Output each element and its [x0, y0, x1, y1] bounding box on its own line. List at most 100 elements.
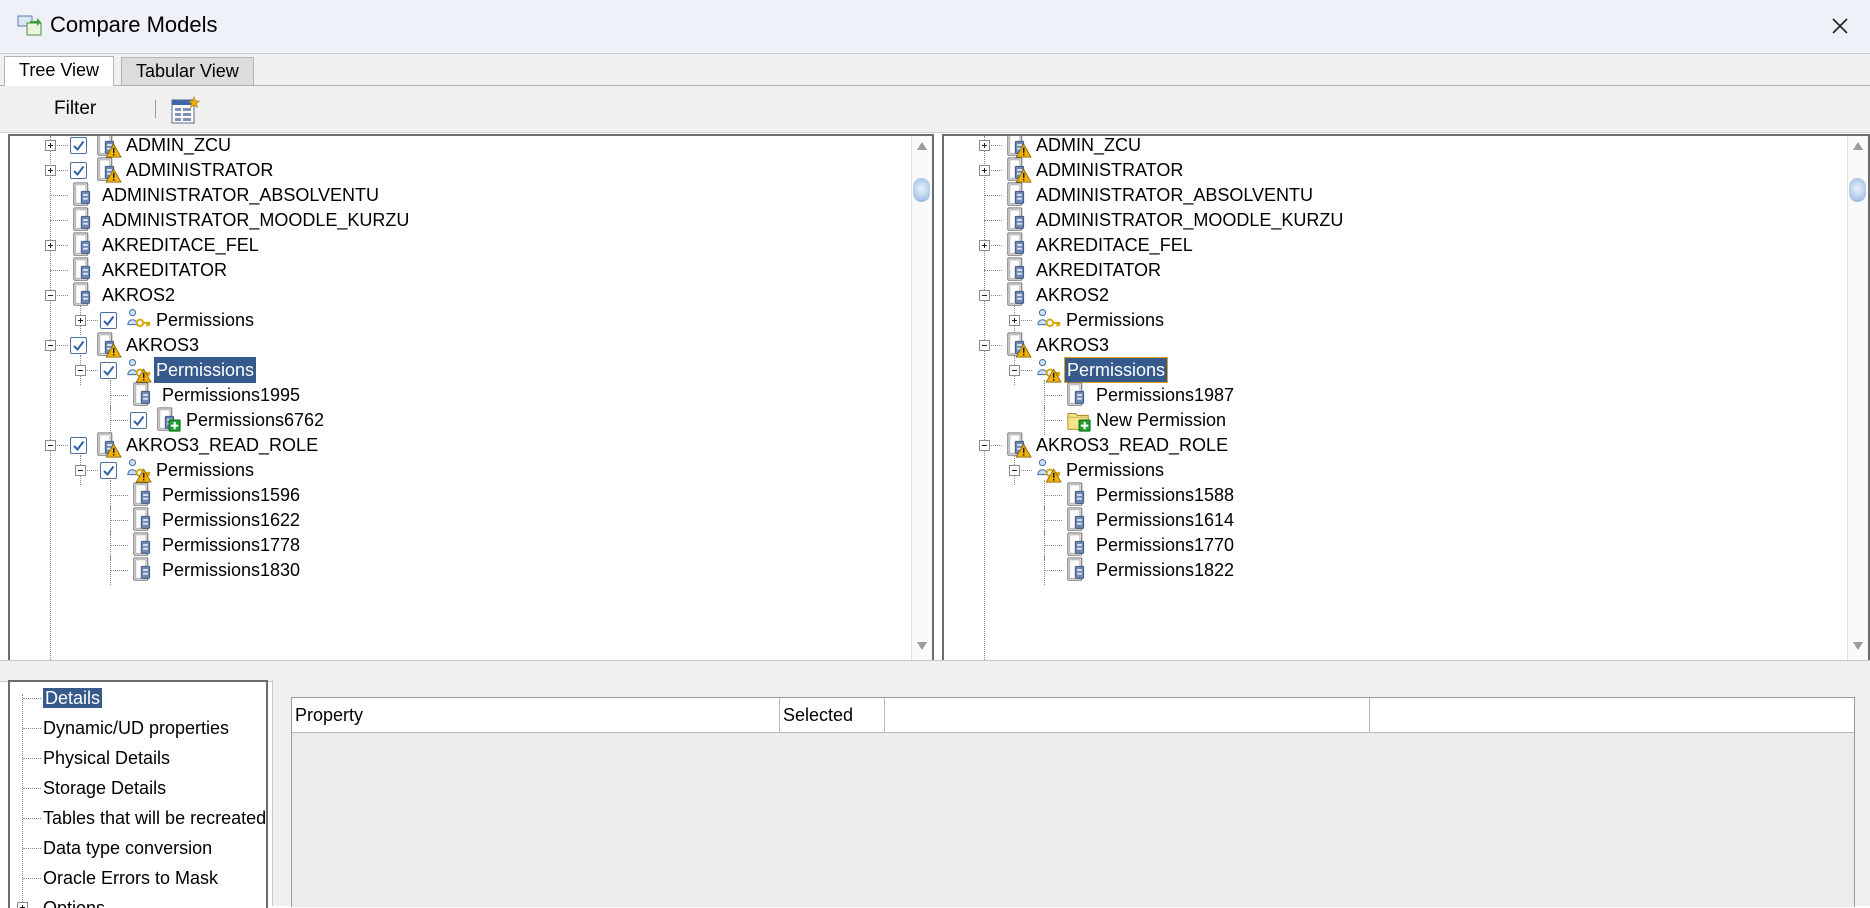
tree-node-label: Permissions1822	[1096, 560, 1235, 580]
node-checkbox[interactable]	[70, 137, 87, 154]
node-checkbox[interactable]	[70, 337, 87, 354]
tree-guide-line	[110, 555, 111, 585]
tree-connector-line	[984, 270, 1002, 271]
column-header-selected[interactable]: Selected	[780, 698, 885, 732]
column-header-property[interactable]: Property	[292, 698, 780, 732]
node-checkbox[interactable]	[70, 162, 87, 179]
left-tree-scrollbar[interactable]	[911, 136, 932, 660]
tab-tabular-view[interactable]: Tabular View	[121, 57, 254, 85]
scroll-thumb[interactable]	[1849, 178, 1866, 202]
collapse-icon[interactable]	[979, 290, 990, 301]
scroll-up-arrow-icon[interactable]	[917, 142, 927, 150]
left-model-tree[interactable]: ADMIN_ZCU ADMINISTRATOR ADMINISTRATOR_ABSO…	[8, 134, 934, 662]
expand-icon[interactable]	[979, 240, 990, 251]
filter-button[interactable]: Filter	[40, 94, 110, 124]
expand-icon[interactable]	[1009, 315, 1020, 326]
checkmark-icon	[103, 365, 115, 377]
checkmark-icon	[73, 340, 85, 352]
node-checkbox[interactable]	[130, 412, 147, 429]
scroll-up-arrow-icon[interactable]	[1853, 142, 1863, 150]
property-table-header: Property Selected	[292, 698, 1854, 733]
close-icon	[1832, 18, 1848, 34]
compare-models-app-icon	[17, 15, 42, 36]
title-bar: Compare Models	[0, 0, 1870, 54]
collapse-icon[interactable]	[1009, 465, 1020, 476]
tree-connector-line	[1044, 545, 1062, 546]
tree-connector-line	[1044, 570, 1062, 571]
node-checkbox[interactable]	[100, 312, 117, 329]
expand-icon[interactable]	[45, 240, 56, 251]
tree-connector-line	[110, 545, 128, 546]
expand-icon[interactable]	[979, 165, 990, 176]
details-panel: Property Selected	[272, 680, 1870, 907]
scroll-down-arrow-icon[interactable]	[1853, 642, 1863, 650]
tree-connector-line	[50, 270, 68, 271]
nav-tree-line	[23, 698, 41, 699]
scroll-down-arrow-icon[interactable]	[917, 642, 927, 650]
tree-connector-line	[50, 220, 68, 221]
tree-node-permissions1830[interactable]: Permissions1830	[10, 555, 910, 585]
checkmark-icon	[103, 465, 115, 477]
node-checkbox[interactable]	[70, 437, 87, 454]
horizontal-splitter[interactable]	[0, 660, 1870, 682]
collapse-icon[interactable]	[75, 365, 86, 376]
nav-tree-line	[23, 758, 41, 759]
tree-node-label: Permissions1830	[162, 560, 301, 580]
tree-guide-line	[1044, 555, 1045, 585]
tree-node-permissions1822[interactable]: Permissions1822	[944, 555, 1846, 585]
expand-icon[interactable]	[45, 140, 56, 151]
nav-item-physical-details[interactable]: Physical Details	[43, 744, 170, 772]
report-icon[interactable]	[170, 96, 200, 126]
nav-item-label: Details	[43, 688, 103, 708]
collapse-icon[interactable]	[45, 340, 56, 351]
scroll-thumb[interactable]	[913, 178, 930, 202]
close-button[interactable]	[1820, 6, 1860, 46]
tree-connector-line	[1044, 495, 1062, 496]
nav-item-tables-recreated[interactable]: Tables that will be recreated	[43, 804, 266, 832]
nav-item-data-type-conversion[interactable]: Data type conversion	[43, 834, 212, 862]
tab-strip: Tree View Tabular View	[0, 54, 1870, 86]
checkmark-icon	[133, 415, 145, 427]
window-title: Compare Models	[50, 12, 218, 37]
details-navigation-tree: Details Dynamic/UD properties Physical D…	[8, 680, 268, 908]
collapse-icon[interactable]	[45, 290, 56, 301]
collapse-icon[interactable]	[45, 440, 56, 451]
right-model-tree[interactable]: ADMIN_ZCU ADMINISTRATOR ADMINISTRATOR_ABSO…	[942, 134, 1870, 662]
checkmark-icon	[73, 165, 85, 177]
collapse-icon[interactable]	[979, 340, 990, 351]
right-tree-scrollbar[interactable]	[1847, 136, 1868, 660]
nav-tree-line	[23, 848, 41, 849]
nav-tree-line	[22, 694, 23, 906]
tab-tree-view[interactable]: Tree View	[4, 56, 115, 86]
toolbar-separator	[155, 100, 156, 118]
tree-connector-line	[110, 495, 128, 496]
tree-connector-line	[110, 520, 128, 521]
collapse-icon[interactable]	[1009, 365, 1020, 376]
nav-item-details[interactable]: Details	[43, 684, 103, 712]
node-checkbox[interactable]	[100, 462, 117, 479]
node-checkbox[interactable]	[100, 362, 117, 379]
nav-item-storage-details[interactable]: Storage Details	[43, 774, 166, 802]
nav-tree-line	[23, 788, 41, 789]
nav-item-dynamic-ud-properties[interactable]: Dynamic/UD properties	[43, 714, 229, 742]
nav-tree-line	[23, 728, 41, 729]
checkmark-icon	[103, 315, 115, 327]
role-icon	[133, 557, 151, 581]
tree-connector-line	[50, 195, 68, 196]
tree-connector-line	[1044, 420, 1062, 421]
column-header-blank[interactable]	[1370, 698, 1854, 732]
column-header-blank[interactable]	[885, 698, 1370, 732]
tree-connector-line	[1044, 395, 1062, 396]
expand-icon[interactable]	[75, 315, 86, 326]
expand-icon[interactable]	[979, 140, 990, 151]
expand-icon[interactable]	[45, 165, 56, 176]
tree-connector-line	[110, 395, 128, 396]
collapse-icon[interactable]	[979, 440, 990, 451]
nav-tree-line	[23, 818, 41, 819]
tree-connector-line	[110, 570, 128, 571]
collapse-icon[interactable]	[75, 465, 86, 476]
role-icon	[1067, 557, 1085, 581]
nav-item-oracle-errors-to-mask[interactable]: Oracle Errors to Mask	[43, 864, 218, 892]
tree-connector-line	[984, 220, 1002, 221]
expand-options-icon[interactable]	[17, 902, 28, 908]
